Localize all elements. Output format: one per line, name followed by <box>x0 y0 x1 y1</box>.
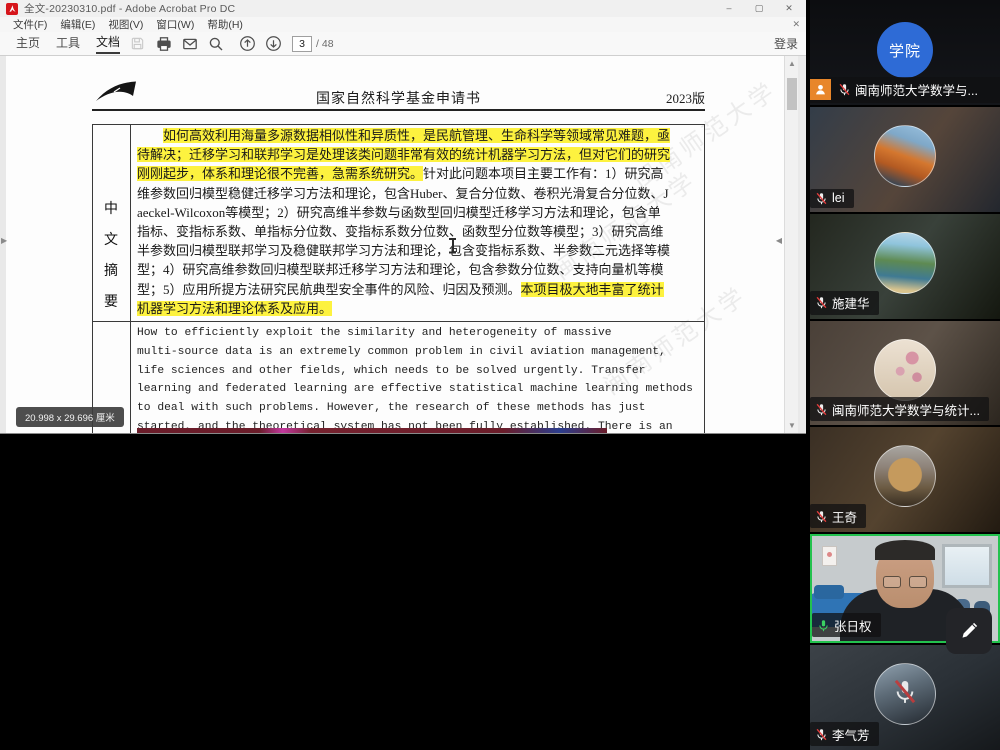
close-button[interactable]: ✕ <box>774 0 804 17</box>
mic-muted-icon <box>815 403 828 416</box>
page-number-input[interactable]: 3 <box>292 36 312 52</box>
participant-name: 王奇 <box>832 507 857 526</box>
scrollbar-thumb[interactable] <box>787 78 797 110</box>
participant-tile[interactable]: 施建华 <box>810 214 1000 319</box>
header-rule <box>92 109 705 111</box>
clipped-next-line <box>137 428 607 433</box>
abstract-side-label: 中 文 摘 要 <box>99 194 123 318</box>
participant-name: 施建华 <box>832 293 870 312</box>
participant-tile[interactable]: lei <box>810 107 1000 212</box>
avatar: 学院 <box>877 22 933 78</box>
abstract-table-divider <box>130 124 131 433</box>
print-icon[interactable] <box>155 35 172 52</box>
avatar <box>874 232 936 294</box>
mic-muted-overlay-icon <box>892 679 918 710</box>
avatar <box>874 339 936 401</box>
email-icon[interactable] <box>181 35 198 52</box>
participant-name: 李气芳 <box>832 725 870 744</box>
save-icon[interactable] <box>129 35 146 52</box>
page-up-icon[interactable] <box>239 35 256 52</box>
acrobat-titlebar[interactable]: 全文-20230310.pdf - Adobe Acrobat Pro DC –… <box>0 0 806 17</box>
left-panel-handle[interactable]: ▶ <box>1 236 7 245</box>
menu-edit[interactable]: 编辑(E) <box>60 17 95 32</box>
participant-tile[interactable]: 李气芳 <box>810 645 1000 750</box>
participants-sidebar: 学院 闽南师范大学数学与... lei 施建华 <box>810 0 1000 750</box>
window-title: 全文-20230310.pdf - Adobe Acrobat Pro DC <box>24 1 235 16</box>
mic-muted-icon <box>815 296 828 309</box>
menu-view[interactable]: 视图(V) <box>108 17 143 32</box>
member-icon <box>810 79 831 100</box>
tab-tools[interactable]: 工具 <box>56 34 80 53</box>
tab-home[interactable]: 主页 <box>16 34 40 53</box>
scroll-up-icon[interactable]: ▲ <box>785 59 799 68</box>
pencil-icon <box>958 620 980 642</box>
page-size-tooltip: 20.998 x 29.696 厘米 <box>16 407 124 427</box>
meeting-stage: 全文-20230310.pdf - Adobe Acrobat Pro DC –… <box>0 0 1000 750</box>
page-total-label: / 48 <box>316 38 334 50</box>
acrobat-window: 全文-20230310.pdf - Adobe Acrobat Pro DC –… <box>0 0 806 434</box>
sign-in-button[interactable]: 登录 <box>774 35 798 52</box>
english-abstract: How to efficiently exploit the similarit… <box>137 324 703 433</box>
mic-muted-icon <box>815 192 828 205</box>
participant-tile[interactable]: 王奇 <box>810 427 1000 532</box>
text-cursor <box>448 238 457 253</box>
participant-name: lei <box>832 191 845 205</box>
participant-tile[interactable]: 闽南师范大学数学与统计... <box>810 321 1000 426</box>
menu-help[interactable]: 帮助(H) <box>207 17 243 32</box>
mic-active-icon <box>817 619 830 632</box>
page-down-icon[interactable] <box>265 35 282 52</box>
minimize-button[interactable]: – <box>714 0 744 17</box>
maximize-button[interactable]: ▢ <box>744 0 774 17</box>
tab-document[interactable]: 文档 <box>96 33 120 54</box>
menu-window[interactable]: 窗口(W) <box>156 17 194 32</box>
acrobat-toolbar: 主页 工具 文档 3 / 48 登录 <box>0 32 806 56</box>
avatar <box>874 125 936 187</box>
chinese-abstract: 如何高效利用海量多源数据相似性和异质性，是民航管理、生命科学等领域常见难题，亟待… <box>137 126 703 318</box>
mic-muted-icon <box>815 510 828 523</box>
mic-muted-icon <box>838 83 851 96</box>
participant-name: 闽南师范大学数学与统计... <box>832 400 980 419</box>
document-version: 2023版 <box>92 88 705 107</box>
right-panel-handle[interactable]: ◀ <box>776 236 782 245</box>
participant-tile[interactable]: 学院 闽南师范大学数学与... <box>810 0 1000 105</box>
pdf-document-view[interactable]: 闽南师范大学 闽南师范大学 闽南师范大学 国家自然科学基金申请书 2023版 中… <box>0 56 806 433</box>
avatar <box>874 445 936 507</box>
participant-name: 张日权 <box>834 616 872 635</box>
menubar-close-icon[interactable]: ✕ <box>792 19 800 30</box>
annotate-button[interactable] <box>946 608 992 654</box>
menu-file[interactable]: 文件(F) <box>13 17 47 32</box>
abstract-row-divider <box>92 321 705 322</box>
scroll-down-icon[interactable]: ▼ <box>785 421 799 430</box>
participant-name: 闽南师范大学数学与... <box>855 80 978 99</box>
mic-muted-icon <box>815 728 828 741</box>
search-icon[interactable] <box>207 35 224 52</box>
vertical-scrollbar[interactable]: ▲ ▼ <box>784 56 798 433</box>
acrobat-menubar: 文件(F) 编辑(E) 视图(V) 窗口(W) 帮助(H) ✕ <box>0 17 806 32</box>
acrobat-app-icon <box>6 3 18 15</box>
